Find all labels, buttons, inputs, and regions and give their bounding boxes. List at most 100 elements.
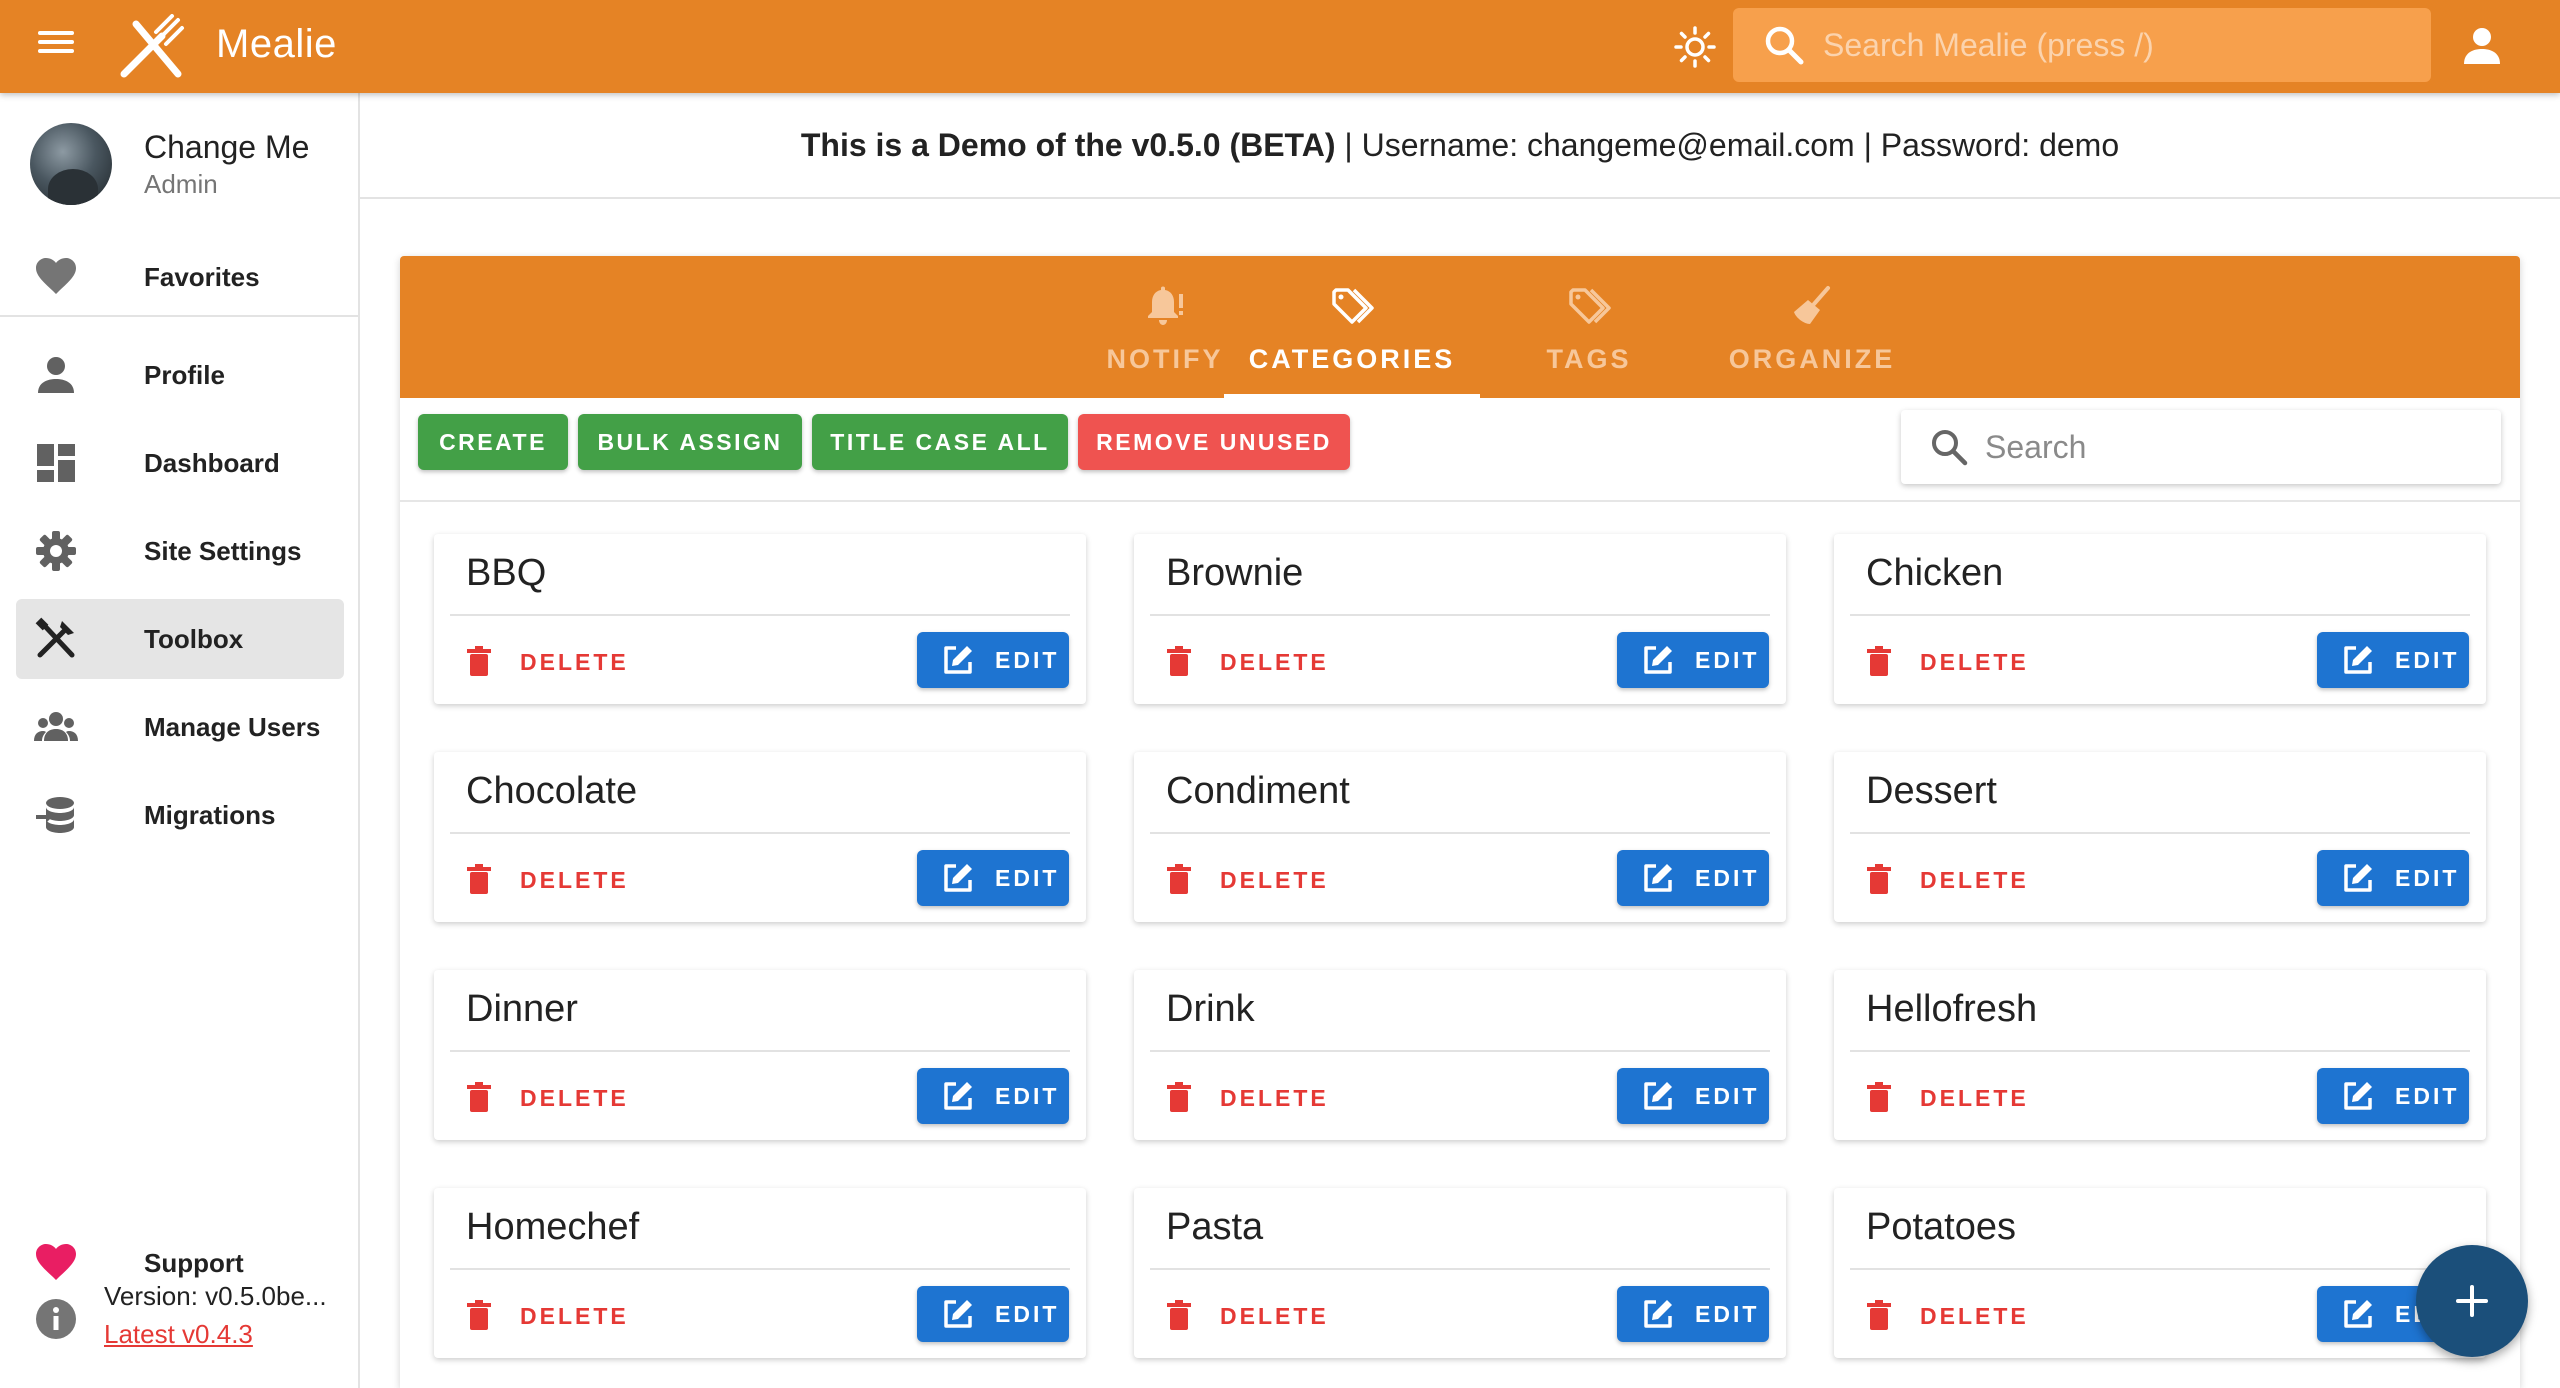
delete-label: DELETE [520,866,629,893]
sidebar-item-migrations[interactable]: Migrations [16,775,344,855]
delete-button[interactable]: DELETE [1162,1070,1329,1126]
tab-label: TAGS [1546,344,1632,374]
trash-icon [1167,646,1191,676]
category-card: Dessert DELETE EDIT [1834,752,2486,922]
delete-label: DELETE [1920,1084,2029,1111]
delete-button[interactable]: DELETE [1862,852,2029,908]
bulk-assign-button[interactable]: BULK ASSIGN [578,414,802,470]
delete-label: DELETE [520,1302,629,1329]
category-card: Pasta DELETE EDIT [1134,1188,1786,1358]
avatar[interactable] [30,123,112,205]
toolbox-panel: NOTIFY CATEGORIES TAGS ORGANIZE CREATE B… [400,256,2520,1388]
trash-icon [467,864,491,894]
edit-label: EDIT [2395,1082,2460,1109]
edit-label: EDIT [1695,646,1760,673]
edit-button[interactable]: EDIT [917,632,1069,688]
edit-label: EDIT [2395,864,2460,891]
sidebar-item-dashboard[interactable]: Dashboard [16,423,344,503]
category-card: PotatoesDELETEEDIT [1834,1188,2486,1358]
menu-icon-line [38,31,74,35]
global-search[interactable] [1733,8,2431,82]
sidebar-item-label: Site Settings [144,535,302,566]
trash-icon [1867,864,1891,894]
edit-label: EDIT [995,1082,1060,1109]
sidebar: Change Me Admin Favorites Profile Dashbo… [0,93,360,1388]
trash-icon [1167,1300,1191,1330]
title-case-all-button[interactable]: TITLE CASE ALL [812,414,1068,470]
add-category-fab[interactable] [2416,1245,2528,1357]
edit-button[interactable]: EDIT [917,1286,1069,1342]
delete-button[interactable]: DELETE [462,1288,629,1344]
delete-label: DELETE [520,1084,629,1111]
edit-button[interactable]: EDIT [917,1068,1069,1124]
account-icon[interactable] [2458,22,2506,70]
pencil-box-icon [944,1082,972,1110]
category-name: Chicken [1866,552,2004,594]
edit-button[interactable]: EDIT [2317,1068,2469,1124]
category-name: Pasta [1166,1206,1264,1248]
category-name: Hellofresh [1866,988,2038,1030]
tab-label: CATEGORIES [1248,344,1456,374]
sidebar-item-manage-users[interactable]: Manage Users [16,687,344,767]
delete-button[interactable]: DELETE [462,634,629,690]
latest-version-link[interactable]: Latest v0.4.3 [104,1319,253,1350]
pencil-box-icon [1644,1082,1672,1110]
card-divider [1150,614,1770,616]
delete-label: DELETE [1220,866,1329,893]
delete-button[interactable]: DELETE [1162,852,1329,908]
menu-button[interactable] [30,26,82,66]
menu-icon-line [38,40,74,44]
trash-icon [1167,864,1191,894]
delete-button[interactable]: DELETE [1162,1288,1329,1344]
edit-button[interactable]: EDIT [1617,1286,1769,1342]
tab-categories[interactable]: CATEGORIES [1224,256,1480,398]
edit-button[interactable]: EDIT [1617,632,1769,688]
plus-icon [2456,1285,2488,1317]
silverware-logo-icon[interactable] [116,14,186,80]
global-search-input[interactable] [1823,15,2431,75]
category-name: Dessert [1866,770,1997,812]
delete-button[interactable]: DELETE [1862,1070,2029,1126]
edit-button[interactable]: EDIT [2317,632,2469,688]
edit-button[interactable]: EDIT [1617,1068,1769,1124]
delete-button[interactable]: DELETE [1862,1288,2029,1344]
bell-alert-icon [1148,286,1183,325]
edit-button[interactable]: EDIT [2317,850,2469,906]
theme-toggle-icon[interactable] [1672,24,1718,70]
delete-button[interactable]: DELETE [1862,634,2029,690]
edit-button[interactable]: EDIT [917,850,1069,906]
demo-banner-credentials: | Username: changeme@email.com | Passwor… [1335,126,2120,163]
trash-icon [467,1082,491,1112]
delete-button[interactable]: DELETE [462,1070,629,1126]
demo-banner-title: This is a Demo of the v0.5.0 (BETA) [800,126,1336,163]
create-button[interactable]: CREATE [418,414,568,470]
tab-tags[interactable]: TAGS [1504,256,1674,398]
trash-icon [467,646,491,676]
category-search[interactable] [1901,410,2501,484]
demo-banner: This is a Demo of the v0.5.0 (BETA) | Us… [360,93,2560,199]
app-title[interactable]: Mealie [216,22,337,67]
card-divider [1850,1050,2470,1052]
card-divider [1850,1268,2470,1270]
app-bar: Mealie [0,0,2560,93]
delete-button[interactable]: DELETE [1162,634,1329,690]
sidebar-item-label: Support [144,1247,244,1278]
pencil-box-icon [944,646,972,674]
sidebar-item-label: Manage Users [144,711,321,742]
sidebar-item-site-settings[interactable]: Site Settings [16,511,344,591]
sidebar-item-profile[interactable]: Profile [16,335,344,415]
sidebar-item-label: Toolbox [144,623,244,654]
delete-button[interactable]: DELETE [462,852,629,908]
sidebar-item-favorites[interactable]: Favorites [16,237,344,317]
tab-organize[interactable]: ORGANIZE [1690,256,1934,398]
tags-icon [1332,288,1374,324]
trash-icon [1167,1082,1191,1112]
remove-unused-button[interactable]: REMOVE UNUSED [1078,414,1350,470]
sidebar-item-toolbox[interactable]: Toolbox [16,599,344,679]
category-name: Homechef [466,1206,640,1248]
category-name: Dinner [466,988,578,1030]
edit-button[interactable]: EDIT [1617,850,1769,906]
edit-label: EDIT [1695,1082,1760,1109]
tools-icon [35,617,75,658]
category-search-input[interactable] [1985,419,2501,475]
